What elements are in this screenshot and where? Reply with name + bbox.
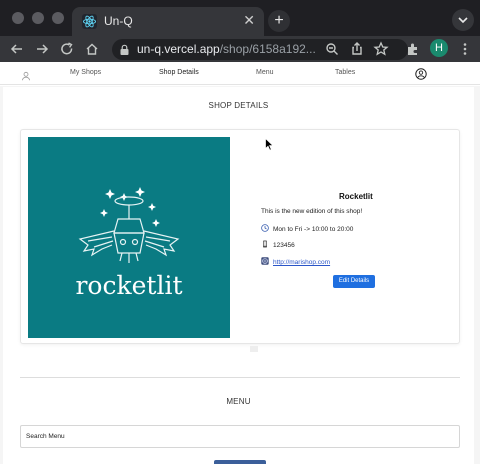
rocketlit-logo: rocketlit (75, 187, 183, 300)
content-area: SHOP DETAILS rocketlit Rocketlit This is… (0, 86, 480, 464)
browser-tabstrip: Un-Q ✕ + (0, 0, 480, 36)
shop-details-title: SHOP DETAILS (208, 101, 269, 110)
url-text[interactable]: un-q.vercel.app/shop/6158a192... (137, 42, 316, 56)
nav-tables[interactable]: Tables (335, 69, 355, 76)
chevron-down-icon (458, 17, 468, 24)
shop-logo-image: rocketlit (28, 137, 230, 338)
shop-website-row: http://marishop.com (261, 257, 330, 266)
clock-icon (261, 224, 269, 232)
shop-name: Rocketlit (339, 192, 373, 201)
browser-tab[interactable]: Un-Q ✕ (72, 7, 264, 36)
tab-close-icon[interactable]: ✕ (243, 12, 255, 28)
shop-phone: 123456 (273, 242, 295, 249)
logo-icon[interactable] (21, 68, 31, 86)
tab-search-button[interactable] (452, 9, 474, 31)
menu-icon[interactable] (456, 40, 474, 58)
home-icon[interactable] (83, 40, 101, 58)
lock-icon[interactable] (119, 43, 130, 61)
minimize-window-button[interactable] (32, 12, 44, 24)
back-icon[interactable] (8, 40, 26, 58)
section-divider (20, 377, 460, 378)
tab-title: Un-Q (104, 14, 133, 28)
close-window-button[interactable] (12, 12, 24, 24)
browser-toolbar: un-q.vercel.app/shop/6158a192... H (0, 36, 480, 62)
nav-menu[interactable]: Menu (256, 69, 274, 76)
user-circle-icon[interactable] (415, 67, 427, 85)
reload-icon[interactable] (58, 40, 76, 58)
star-icon[interactable] (372, 40, 390, 58)
web-page: My Shops Shop Details Menu Tables SHOP D… (0, 62, 480, 464)
shop-hours: Mon to Fri -> 10:00 to 20:00 (273, 226, 354, 233)
edit-details-button[interactable]: Edit Details (333, 275, 375, 288)
carousel-indicator[interactable] (250, 346, 258, 352)
maximize-window-button[interactable] (52, 12, 64, 24)
menu-title: MENU (226, 397, 251, 406)
forward-icon[interactable] (33, 40, 51, 58)
shop-description: This is the new edition of this shop! (261, 208, 363, 215)
nav-my-shops[interactable]: My Shops (70, 69, 101, 76)
shop-hours-row: Mon to Fri -> 10:00 to 20:00 (261, 224, 353, 233)
shop-card: rocketlit Rocketlit This is the new edit… (20, 129, 460, 344)
profile-avatar[interactable]: H (430, 39, 448, 57)
phone-icon (263, 240, 267, 248)
mouse-cursor-icon (265, 137, 274, 156)
app-navbar: My Shops Shop Details Menu Tables (0, 62, 480, 85)
nav-shop-details[interactable]: Shop Details (159, 69, 199, 76)
menu-action-button[interactable] (214, 460, 266, 464)
shop-phone-row: 123456 (261, 240, 295, 249)
logo-wordmark: rocketlit (75, 271, 182, 300)
new-tab-button[interactable]: + (268, 10, 290, 32)
extensions-icon[interactable] (404, 40, 422, 58)
search-menu-input[interactable] (20, 425, 460, 448)
globe-icon (261, 257, 269, 265)
main-panel: SHOP DETAILS rocketlit Rocketlit This is… (3, 87, 474, 464)
zoom-icon[interactable] (323, 40, 341, 58)
react-icon (82, 14, 97, 29)
share-icon[interactable] (348, 40, 366, 58)
shop-website-link[interactable]: http://marishop.com (273, 259, 330, 266)
